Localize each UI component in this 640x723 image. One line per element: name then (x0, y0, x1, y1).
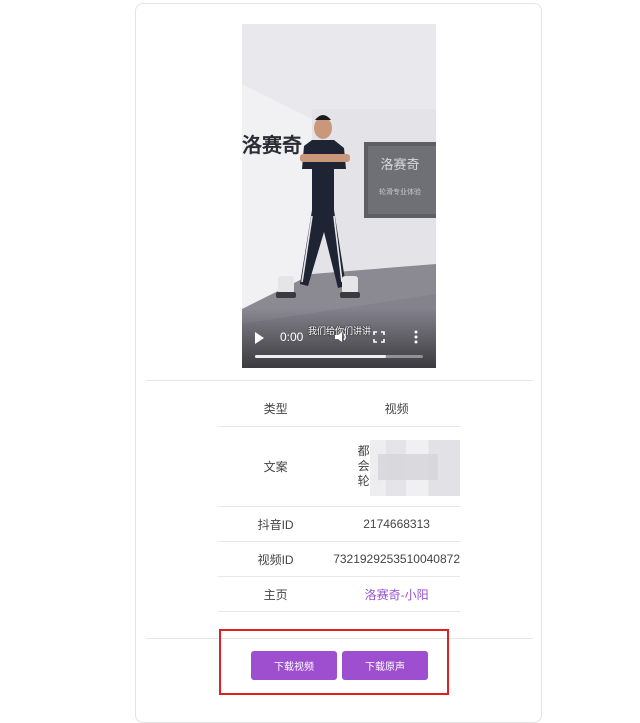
volume-icon[interactable] (334, 330, 348, 344)
more-options-icon[interactable] (414, 330, 418, 344)
progress-bar[interactable] (255, 355, 423, 358)
video-controls: 0:00 我们给你们讲讲 (242, 308, 436, 368)
table-row-douyin-id: 抖音ID 2174668313 (218, 506, 460, 542)
download-actions: 下载视频 下载原声 (219, 629, 449, 695)
current-time: 0:00 (280, 330, 304, 344)
type-label: 类型 (218, 390, 334, 427)
wall-sign: 洛赛奇 (242, 133, 302, 157)
fullscreen-icon[interactable] (373, 331, 385, 343)
download-audio-button[interactable]: 下载原声 (342, 651, 428, 680)
caption-label: 文案 (218, 426, 334, 507)
caption-value: 都20 会了 轮滑 (340, 440, 460, 496)
homepage-link[interactable]: 洛赛奇-小阳 (365, 588, 429, 602)
divider-top (146, 380, 533, 381)
table-row-homepage: 主页 洛赛奇-小阳 (218, 576, 460, 612)
table-row-caption: 文案 都20 会了 轮滑 (218, 426, 460, 507)
table-row-type: 类型 视频 (218, 390, 460, 427)
type-value: 视频 (333, 390, 460, 427)
douyin-id-label: 抖音ID (218, 506, 334, 542)
video-player[interactable]: 洛赛奇 洛赛奇 轮滑专业体验 0:00 我们给你们讲讲 (242, 24, 436, 368)
board-subtitle: 轮滑专业体验 (379, 187, 421, 196)
redaction-blur (369, 440, 460, 496)
video-id-value: 7321929253510040872 (333, 541, 460, 577)
table-row-video-id: 视频ID 7321929253510040872 (218, 541, 460, 577)
download-video-button[interactable]: 下载视频 (251, 651, 337, 680)
result-card: 洛赛奇 洛赛奇 轮滑专业体验 0:00 我们给你们讲讲 类型 视频 文案 抖音I… (135, 3, 542, 723)
homepage-label: 主页 (218, 576, 334, 612)
video-id-label: 视频ID (218, 541, 334, 577)
play-icon[interactable] (255, 332, 264, 344)
board-title: 洛赛奇 (380, 157, 419, 173)
douyin-id-value: 2174668313 (333, 506, 460, 542)
progress-fill (255, 355, 387, 358)
info-table: 类型 视频 文案 都20 会了 轮滑 抖音ID 2174668313 视频ID … (218, 390, 460, 612)
